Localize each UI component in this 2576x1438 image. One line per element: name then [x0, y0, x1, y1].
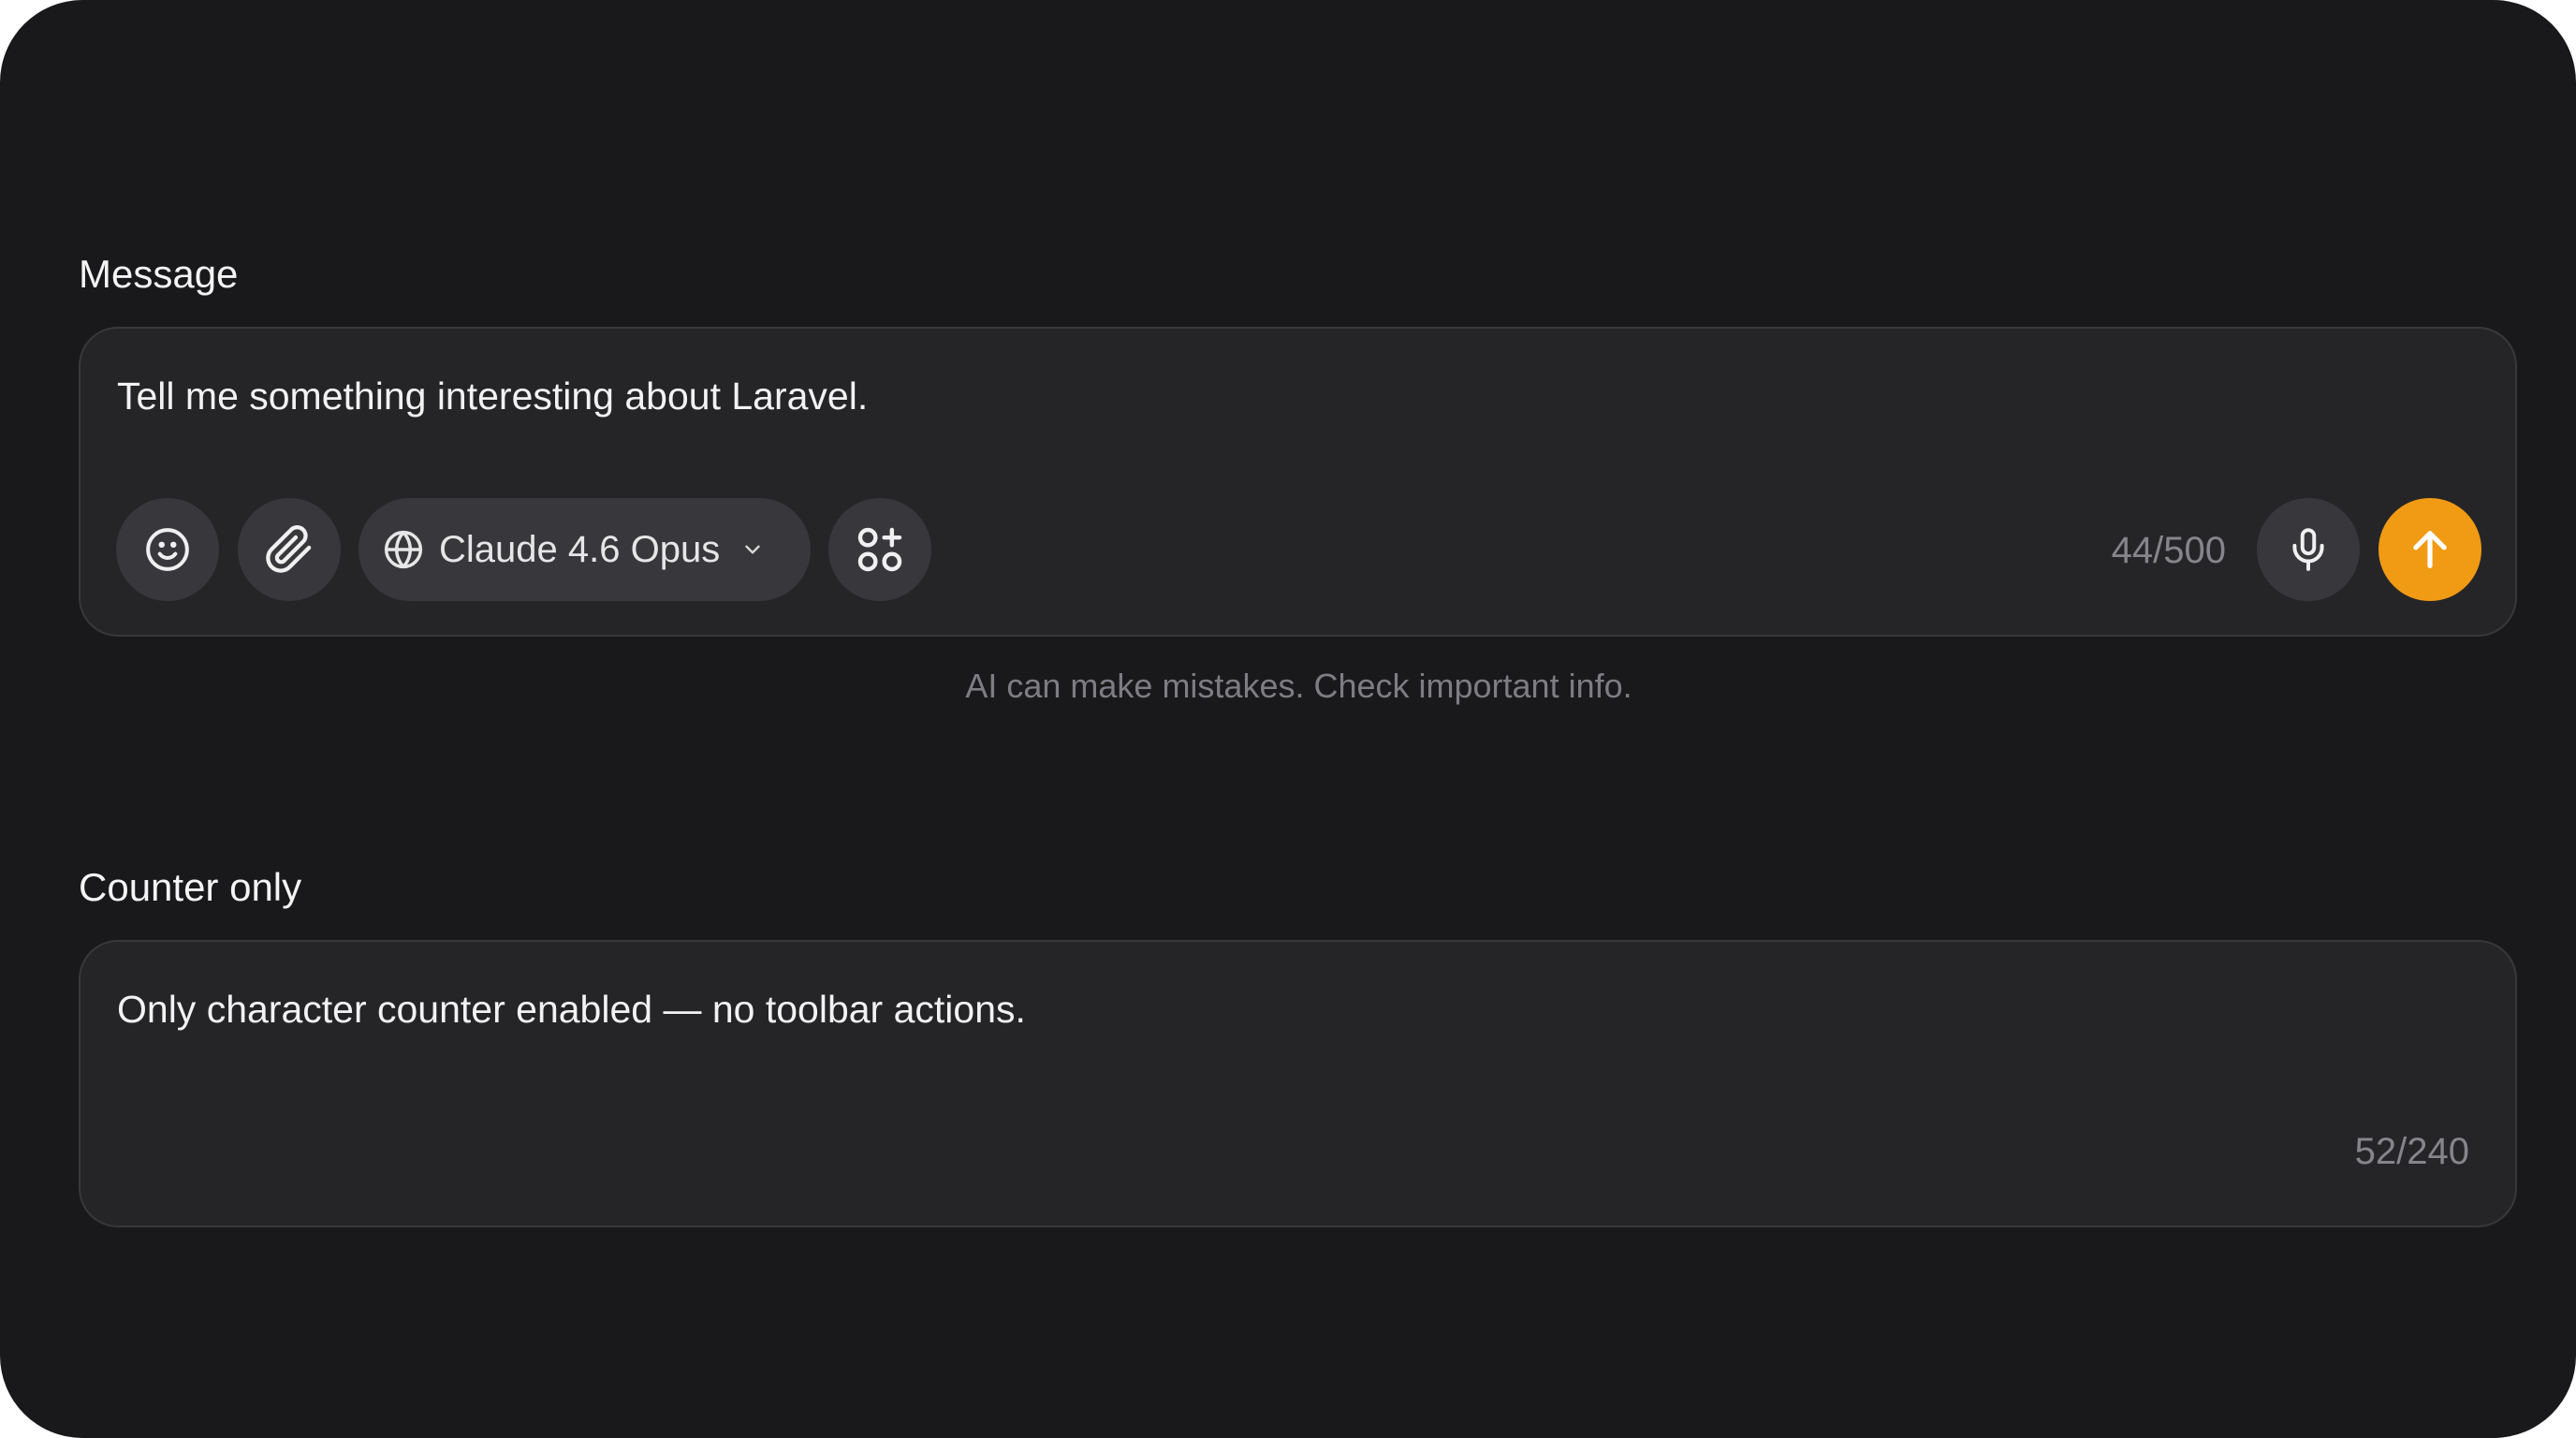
attach-button[interactable]: [238, 498, 341, 601]
counter-only-composer: Only character counter enabled — no tool…: [79, 940, 2517, 1227]
paperclip-icon: [266, 525, 312, 573]
emoji-button[interactable]: [116, 498, 219, 601]
message-label: Message: [79, 252, 239, 296]
apps-button[interactable]: [828, 498, 931, 601]
globe-icon: [384, 530, 423, 569]
emoji-icon: [146, 528, 189, 571]
counter-only-label: Counter only: [79, 865, 302, 909]
arrow-up-icon: [2413, 531, 2447, 568]
message-character-counter: 44/500: [2111, 530, 2226, 571]
message-input[interactable]: Tell me something interesting about Lara…: [117, 377, 868, 416]
counter-only-character-counter: 52/240: [2354, 1131, 2469, 1172]
send-button[interactable]: [2378, 498, 2481, 601]
apps-plus-icon: [857, 527, 902, 572]
microphone-button[interactable]: [2257, 498, 2360, 601]
model-selector[interactable]: Claude 4.6 Opus: [359, 498, 811, 601]
microphone-icon: [2292, 528, 2324, 571]
model-selector-label: Claude 4.6 Opus: [439, 529, 721, 570]
disclaimer-text: AI can make mistakes. Check important in…: [965, 667, 1632, 705]
counter-only-input[interactable]: Only character counter enabled — no tool…: [117, 990, 1026, 1029]
message-composer: Tell me something interesting about Lara…: [79, 327, 2517, 637]
app-frame: Message Tell me something interesting ab…: [0, 0, 2576, 1438]
chevron-down-icon: [745, 545, 760, 554]
